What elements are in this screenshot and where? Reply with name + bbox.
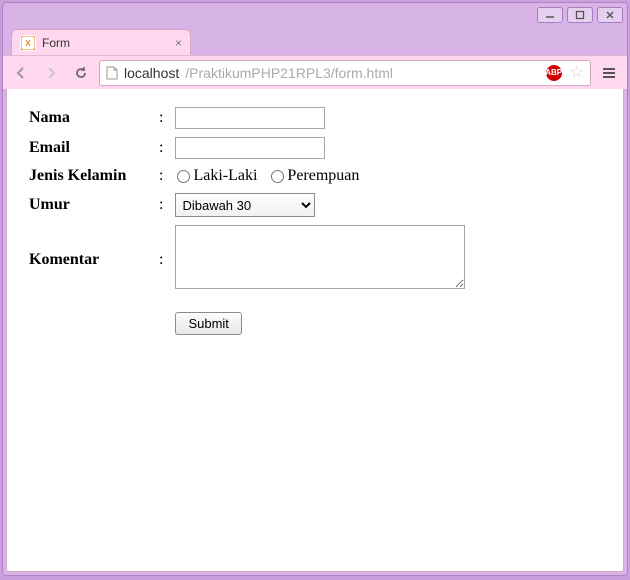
forward-button[interactable] [39, 61, 63, 85]
colon: : [153, 163, 169, 189]
tab-close-button[interactable]: × [175, 37, 182, 49]
colon: : [153, 103, 169, 133]
menu-button[interactable] [597, 61, 621, 85]
radio-laki[interactable] [177, 170, 190, 183]
radio-perempuan-text: Perempuan [287, 167, 359, 184]
abp-badge-icon[interactable]: ABP [546, 65, 562, 81]
addressbar-right: ABP ☆ [546, 65, 584, 81]
hamburger-icon [601, 65, 617, 81]
label-nama: Nama [23, 103, 153, 133]
label-umur: Umur [23, 189, 153, 221]
page-viewport: Nama : Email : Jenis Kelamin : Laki-L [6, 89, 624, 572]
reload-icon [73, 65, 89, 81]
window-titlebar [3, 3, 627, 27]
radio-perempuan[interactable] [271, 170, 284, 183]
tab-title: Form [42, 36, 70, 50]
input-nama[interactable] [175, 107, 325, 129]
colon: : [153, 221, 169, 298]
row-jenis-kelamin: Jenis Kelamin : Laki-Laki Perempuan [23, 163, 471, 189]
window-minimize-button[interactable] [537, 7, 563, 23]
main-form: Nama : Email : Jenis Kelamin : Laki-L [23, 103, 607, 339]
radio-laki-label[interactable]: Laki-Laki [175, 167, 261, 184]
xampp-favicon-icon: X [20, 35, 36, 51]
colon: : [153, 133, 169, 163]
submit-button[interactable]: Submit [175, 312, 241, 335]
minimize-icon [545, 10, 555, 20]
radio-group-jenis-kelamin: Laki-Laki Perempuan [175, 167, 367, 184]
close-icon [605, 10, 615, 20]
label-komentar: Komentar [23, 221, 153, 298]
radio-laki-text: Laki-Laki [193, 167, 257, 184]
row-umur: Umur : Dibawah 30 [23, 189, 471, 221]
window-close-button[interactable] [597, 7, 623, 23]
row-submit: Submit [23, 298, 471, 339]
browser-tab[interactable]: X Form × [11, 29, 191, 55]
page-icon [106, 66, 118, 80]
browser-window: X Form × localhost/PraktikumPHP21RPL3/fo… [2, 2, 628, 576]
tab-strip: X Form × [3, 27, 627, 55]
form-table: Nama : Email : Jenis Kelamin : Laki-L [23, 103, 471, 339]
address-bar[interactable]: localhost/PraktikumPHP21RPL3/form.html A… [99, 60, 591, 86]
label-jenis-kelamin: Jenis Kelamin [23, 163, 153, 189]
row-email: Email : [23, 133, 471, 163]
back-button[interactable] [9, 61, 33, 85]
maximize-icon [575, 10, 585, 20]
textarea-komentar[interactable] [175, 225, 465, 289]
radio-perempuan-label[interactable]: Perempuan [269, 167, 359, 184]
browser-toolbar: localhost/PraktikumPHP21RPL3/form.html A… [3, 55, 627, 89]
colon: : [153, 189, 169, 221]
window-maximize-button[interactable] [567, 7, 593, 23]
reload-button[interactable] [69, 61, 93, 85]
arrow-left-icon [13, 65, 29, 81]
row-nama: Nama : [23, 103, 471, 133]
input-email[interactable] [175, 137, 325, 159]
bookmark-star-icon[interactable]: ☆ [570, 65, 584, 81]
url-path: /PraktikumPHP21RPL3/form.html [185, 65, 393, 81]
url-host: localhost [124, 65, 179, 81]
select-umur[interactable]: Dibawah 30 [175, 193, 315, 217]
row-komentar: Komentar : [23, 221, 471, 298]
svg-text:X: X [25, 39, 31, 48]
label-email: Email [23, 133, 153, 163]
arrow-right-icon [43, 65, 59, 81]
